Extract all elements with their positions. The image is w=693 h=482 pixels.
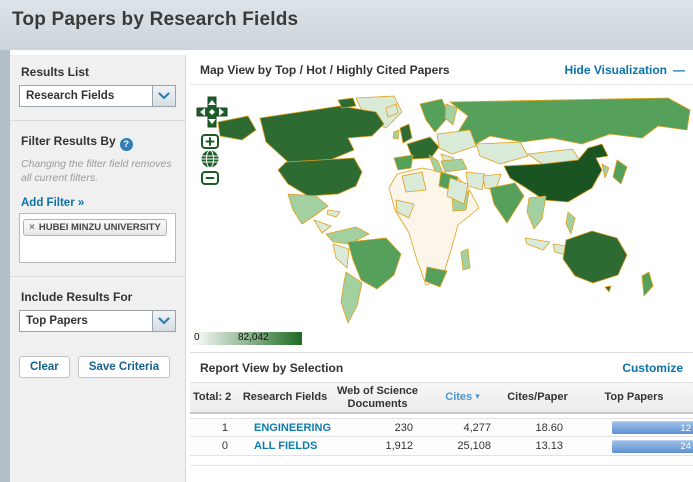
table-header-row: Total: 2 Research Fields Web of Science … (190, 382, 693, 414)
total-label: Total: 2 (190, 391, 240, 404)
include-results-value: Top Papers (20, 311, 152, 331)
top-papers-value: 24 (680, 441, 693, 452)
include-results-dropdown[interactable]: Top Papers (19, 310, 176, 332)
table-row: 1 ENGINEERING 230 4,277 18.60 12 (190, 418, 693, 437)
help-icon[interactable]: ? (120, 138, 133, 151)
sidebar-buttons: Clear Save Criteria (19, 356, 176, 378)
results-list-dropdown[interactable]: Research Fields (19, 85, 176, 107)
top-papers-bar-cell: 12 (575, 421, 693, 434)
top-papers-bar-cell: 24 (575, 440, 693, 453)
minus-icon: — (673, 63, 685, 77)
top-papers-bar[interactable]: 24 (612, 440, 693, 453)
field-link-engineering[interactable]: ENGINEERING (240, 422, 330, 434)
customize-link[interactable]: Customize (622, 361, 683, 375)
world-map[interactable]: 0 82,042 (190, 86, 693, 352)
sort-down-icon: ▾ (475, 391, 480, 401)
row-cites: 25,108 (425, 440, 500, 452)
column-wos-documents: Web of Science Documents (330, 385, 425, 410)
divider (10, 276, 185, 277)
close-icon[interactable]: × (29, 222, 35, 233)
clear-button[interactable]: Clear (19, 356, 70, 378)
map-view-header: Map View by Top / Hot / Highly Cited Pap… (190, 55, 693, 85)
row-rank: 1 (190, 422, 240, 434)
report-view-title: Report View by Selection (200, 361, 343, 375)
column-cites-per-paper: Cites/Paper (500, 391, 575, 404)
chevron-down-icon[interactable] (152, 311, 175, 331)
row-cites-per-paper: 18.60 (500, 422, 575, 434)
top-papers-bar[interactable]: 12 (612, 421, 693, 434)
choropleth-scale: 0 82,042 (192, 332, 302, 345)
scale-min-label: 0 (194, 332, 200, 343)
filter-by-label: Filter Results By? (21, 134, 176, 151)
row-rank: 0 (190, 440, 240, 452)
chevron-down-icon[interactable] (152, 86, 175, 106)
filter-by-text: Filter Results By (21, 134, 116, 148)
sidebar: Results List Research Fields Filter Resu… (10, 55, 186, 482)
filter-note: Changing the filter field removes all cu… (21, 158, 174, 186)
hide-visualization-link[interactable]: Hide Visualization — (565, 63, 685, 77)
column-top-papers: Top Papers (575, 391, 693, 404)
pan-icon[interactable] (196, 96, 228, 133)
field-link-all-fields[interactable]: ALL FIELDS (240, 440, 330, 452)
column-cites-sort[interactable]: Cites ▾ (425, 391, 500, 404)
row-docs: 230 (330, 422, 425, 434)
page-title: Top Papers by Research Fields (12, 9, 298, 31)
divider (10, 120, 185, 121)
column-research-fields: Research Fields (240, 391, 330, 404)
main-content: Map View by Top / Hot / Highly Cited Pap… (190, 55, 693, 482)
include-results-label: Include Results For (21, 290, 176, 304)
report-view-header: Report View by Selection Customize (190, 353, 693, 382)
left-margin-strip (0, 50, 10, 482)
filter-tag-label: HUBEI MINZU UNIVERSITY (39, 222, 161, 233)
scale-max-label: 82,042 (238, 332, 269, 343)
results-list-value: Research Fields (20, 86, 152, 106)
row-cites: 4,277 (425, 422, 500, 434)
table-row: 0 ALL FIELDS 1,912 25,108 13.13 24 (190, 437, 693, 456)
choropleth-map[interactable] (190, 92, 693, 332)
add-filter-link[interactable]: Add Filter » (21, 197, 174, 209)
hide-visualization-label: Hide Visualization (565, 63, 667, 77)
row-cites-per-paper: 13.13 (500, 440, 575, 452)
results-list-label: Results List (21, 65, 176, 79)
save-criteria-button[interactable]: Save Criteria (78, 356, 170, 378)
map-zoom-control[interactable] (200, 134, 220, 191)
row-docs: 1,912 (330, 440, 425, 452)
filter-tag[interactable]: × HUBEI MINZU UNIVERSITY (23, 219, 167, 236)
filter-box: × HUBEI MINZU UNIVERSITY (19, 213, 176, 263)
map-view-title: Map View by Top / Hot / Highly Cited Pap… (200, 63, 450, 77)
top-papers-value: 12 (680, 423, 693, 434)
divider (190, 465, 693, 466)
column-cites-label: Cites (445, 391, 472, 403)
